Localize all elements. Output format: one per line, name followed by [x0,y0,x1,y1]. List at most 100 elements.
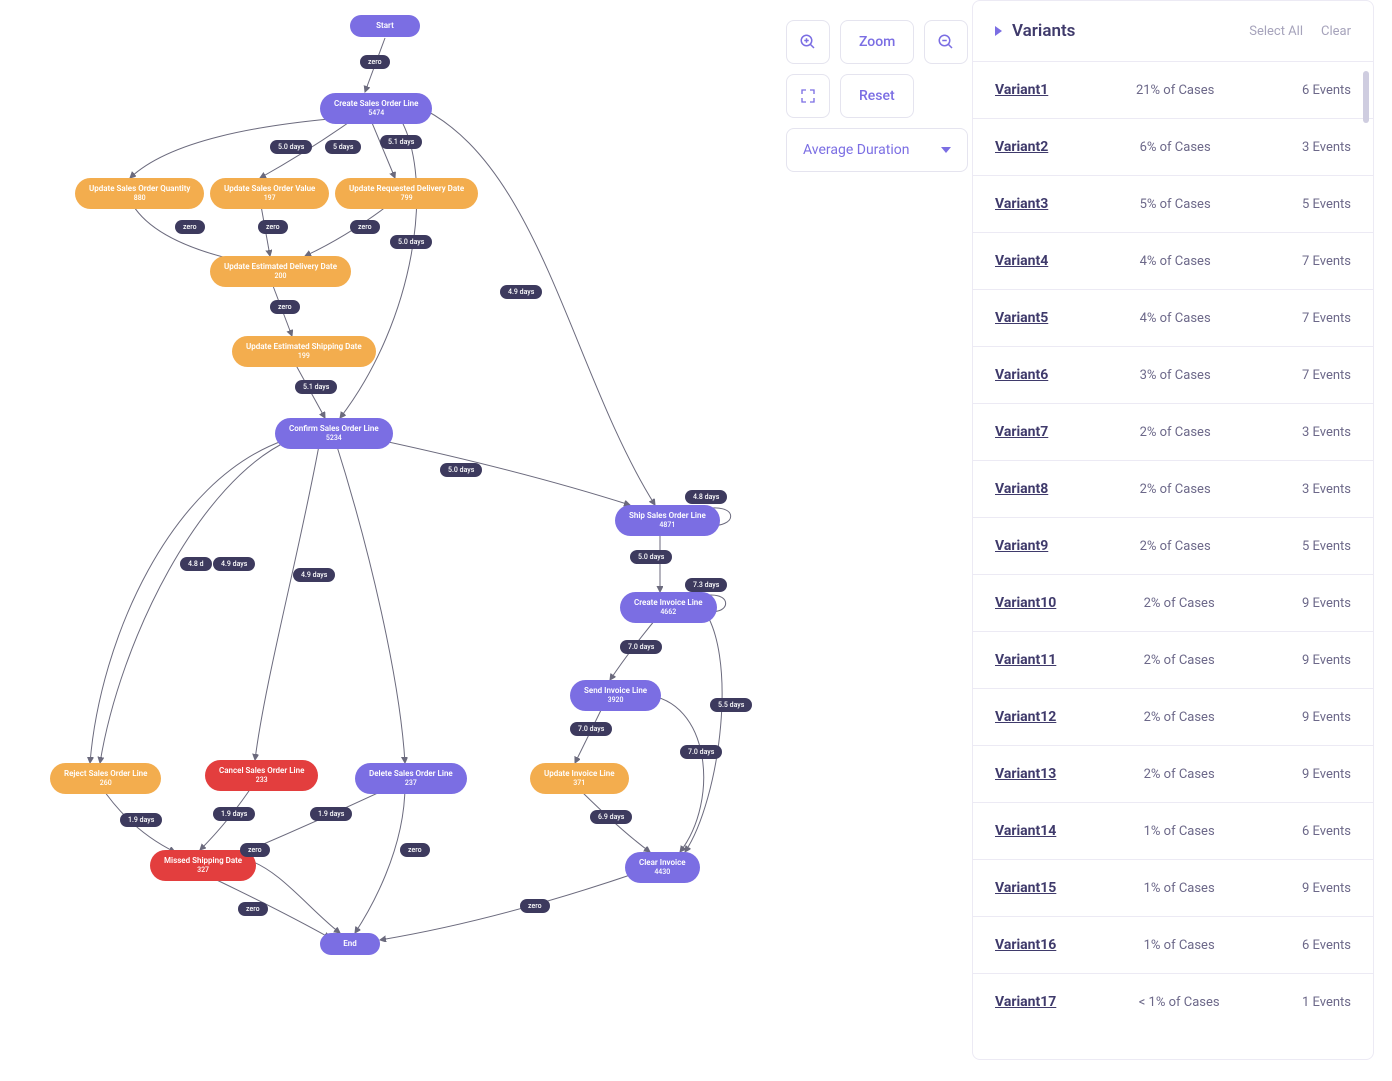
variant-name[interactable]: Variant2 [995,139,1048,155]
variant-name[interactable]: Variant15 [995,880,1056,896]
variant-name[interactable]: Variant11 [995,652,1056,668]
edge-label: zero [238,902,268,916]
node-send-inv[interactable]: Send Invoice Line3920 [570,680,661,711]
variant-events: 5 Events [1302,197,1351,212]
variant-row[interactable]: Variant3 5% of Cases 5 Events [973,175,1373,232]
metric-select[interactable]: Average Duration [786,128,968,172]
edge-label: 1.9 days [213,807,255,821]
node-upd-est-del[interactable]: Update Estimated Delivery Date200 [210,256,351,287]
scrollbar-thumb[interactable] [1363,71,1369,123]
zoom-out-button[interactable] [924,20,968,64]
expand-icon [800,88,816,104]
variant-name[interactable]: Variant7 [995,424,1048,440]
variant-name[interactable]: Variant8 [995,481,1048,497]
node-end[interactable]: End [320,933,380,955]
variant-events: 5 Events [1302,539,1351,554]
node-clear-inv[interactable]: Clear Invoice4430 [625,852,700,883]
variant-events: 6 Events [1302,824,1351,839]
node-upd-qty[interactable]: Update Sales Order Quantity880 [75,178,204,209]
zoom-label[interactable]: Zoom [840,20,914,64]
edge-label: 7.0 days [570,722,612,736]
variant-row[interactable]: Variant7 2% of Cases 3 Events [973,403,1373,460]
node-create[interactable]: Create Sales Order Line5474 [320,93,432,124]
variant-row[interactable]: Variant26% of Cases3 Events [973,118,1373,175]
variant-row[interactable]: Variant63% of Cases7 Events [973,346,1373,403]
clear-link[interactable]: Clear [1321,24,1351,39]
reset-button[interactable]: Reset [840,74,914,118]
variant-row[interactable]: Variant141% of Cases6 Events [973,802,1373,859]
select-all-link[interactable]: Select All [1249,24,1303,39]
node-reject[interactable]: Reject Sales Order Line260 [50,763,161,794]
node-upd-est-ship[interactable]: Update Estimated Shipping Date199 [232,336,376,367]
node-delete[interactable]: Delete Sales Order Line237 [355,763,467,794]
edge-label: 5.0 days [630,550,672,564]
variants-panel: Variants Select All Clear Variant1 21% of… [972,0,1374,1060]
node-ship[interactable]: Ship Sales Order Line4871 [615,505,720,536]
variant-cases: 2% of Cases [1144,596,1215,611]
edge-label: zero [400,843,430,857]
node-create-inv[interactable]: Create Invoice Line4662 [620,592,717,623]
variant-row[interactable]: Variant9 2% of Cases 5 Events [973,517,1373,574]
fit-button[interactable] [786,74,830,118]
node-start[interactable]: Start [350,15,420,37]
variant-row[interactable]: Variant4 4% of Cases 7 Events [973,232,1373,289]
variant-name[interactable]: Variant13 [995,766,1056,782]
node-missed[interactable]: Missed Shipping Date327 [150,850,256,881]
edge-label: 4.9 days [500,285,542,299]
variant-events: 3 Events [1302,425,1351,440]
variant-row[interactable]: Variant122% of Cases9 Events [973,688,1373,745]
variant-cases: 2% of Cases [1144,767,1215,782]
panel-header: Variants Select All Clear [973,1,1373,61]
variant-cases: 5% of Cases [1140,197,1211,212]
variant-cases: 3% of Cases [1140,368,1211,383]
variant-events: 9 Events [1302,767,1351,782]
node-confirm[interactable]: Confirm Sales Order Line5234 [275,418,393,449]
node-upd-inv[interactable]: Update Invoice Line371 [530,763,629,794]
variant-cases: 21% of Cases [1136,83,1214,98]
variant-row[interactable]: Variant82% of Cases3 Events [973,460,1373,517]
zoom-in-button[interactable] [786,20,830,64]
variant-row[interactable]: Variant121% of Cases6 Events [973,61,1373,118]
variant-cases: 2% of Cases [1140,539,1211,554]
variant-name[interactable]: Variant1 [995,82,1048,98]
variant-cases: 4% of Cases [1140,254,1211,269]
variant-list[interactable]: Variant1 21% of Cases 6 Events Variant26% o… [973,61,1373,1059]
variant-name[interactable]: Variant17 [995,994,1056,1010]
edge-label: zero [520,899,550,913]
variant-row[interactable]: Variant112% of Cases9 Events [973,631,1373,688]
triangle-right-icon[interactable] [995,26,1002,36]
variant-events: 7 Events [1302,254,1351,269]
edge-label: 5.0 days [390,235,432,249]
variant-name[interactable]: Variant14 [995,823,1056,839]
variant-events: 9 Events [1302,596,1351,611]
edge-label: 4.8 days [685,490,727,504]
variant-row[interactable]: Variant10 2% of Cases 9 Events [973,574,1373,631]
variant-name[interactable]: Variant10 [995,595,1056,611]
variant-events: 9 Events [1302,710,1351,725]
node-upd-req[interactable]: Update Requested Delivery Date799 [335,178,478,209]
zoom-out-icon [937,33,955,51]
variant-cases: 4% of Cases [1140,311,1211,326]
zoom-in-icon [799,33,817,51]
variant-cases: 2% of Cases [1144,653,1215,668]
variant-events: 7 Events [1302,311,1351,326]
variant-cases: 2% of Cases [1140,425,1211,440]
edge-label: zero [175,220,205,234]
variant-name[interactable]: Variant3 [995,196,1048,212]
variant-name[interactable]: Variant5 [995,310,1048,326]
variant-name[interactable]: Variant16 [995,937,1056,953]
variant-row[interactable]: Variant151% of Cases9 Events [973,859,1373,916]
variant-row[interactable]: Variant17< 1% of Cases1 Events [973,973,1373,1030]
edge-label: 4.9 days [213,557,255,571]
variant-name[interactable]: Variant4 [995,253,1048,269]
variant-row[interactable]: Variant161% of Cases6 Events [973,916,1373,973]
variant-events: 3 Events [1302,140,1351,155]
variant-name[interactable]: Variant12 [995,709,1056,725]
variant-name[interactable]: Variant9 [995,538,1048,554]
node-cancel[interactable]: Cancel Sales Order Line233 [205,760,318,791]
variant-row[interactable]: Variant5 4% of Cases 7 Events [973,289,1373,346]
node-upd-val[interactable]: Update Sales Order Value197 [210,178,329,209]
variant-name[interactable]: Variant6 [995,367,1048,383]
variant-events: 3 Events [1302,482,1351,497]
variant-row[interactable]: Variant13 2% of Cases 9 Events [973,745,1373,802]
